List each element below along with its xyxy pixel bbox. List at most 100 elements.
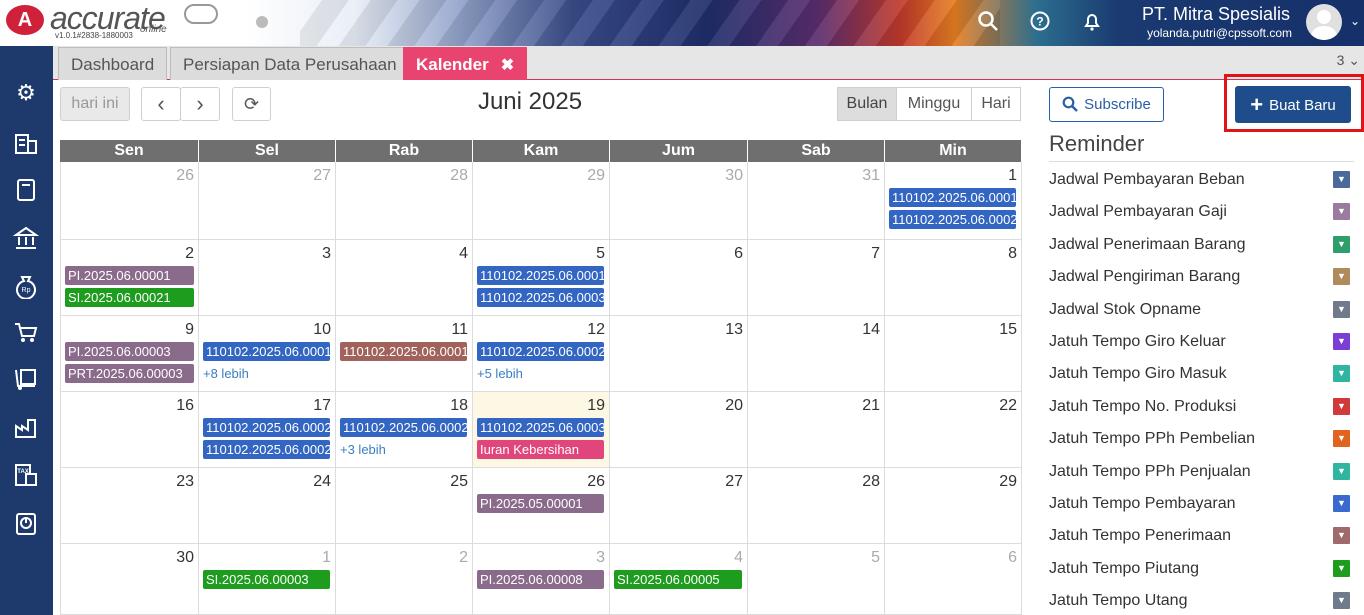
reminder-color-dropdown-icon[interactable]: ▼: [1333, 333, 1350, 350]
reminder-color-dropdown-icon[interactable]: ▼: [1333, 592, 1350, 610]
tab-persiapan-data[interactable]: Persiapan Data Perusahaan: [170, 47, 410, 80]
day-cell[interactable]: 19 110102.2025.06.00031 Iuran Kebersihan: [473, 392, 610, 468]
tab-count[interactable]: 3 ⌄: [1337, 52, 1360, 69]
reminder-item[interactable]: Jadwal Stok Opname: [1049, 301, 1201, 319]
factory-icon[interactable]: [12, 414, 40, 442]
bell-icon[interactable]: [1080, 10, 1104, 34]
prev-button[interactable]: ‹: [141, 87, 181, 121]
calendar-event[interactable]: 110102.2025.06.00011: [889, 188, 1016, 207]
day-cell[interactable]: 16: [60, 392, 199, 468]
reminder-color-dropdown-icon[interactable]: ▼: [1333, 462, 1350, 480]
day-cell[interactable]: 3: [199, 240, 336, 316]
day-cell[interactable]: 26 PI.2025.05.00001: [473, 468, 610, 544]
day-cell[interactable]: 26: [60, 162, 199, 240]
day-cell[interactable]: 27: [610, 468, 748, 544]
day-cell[interactable]: 27: [199, 162, 336, 240]
calendar-event[interactable]: 110102.2025.06.00021: [477, 342, 604, 361]
calendar-event[interactable]: SI.2025.06.00021: [65, 288, 194, 307]
calendar-event[interactable]: PI.2025.06.00008: [477, 570, 604, 589]
day-cell[interactable]: 2 PI.2025.06.00001 SI.2025.06.00021: [60, 240, 199, 316]
reminder-item[interactable]: Jadwal Penerimaan Barang: [1049, 236, 1246, 254]
day-cell[interactable]: 8: [885, 240, 1022, 316]
day-cell[interactable]: 11 110102.2025.06.00011: [336, 316, 473, 392]
reminder-color-dropdown-icon[interactable]: ▼: [1333, 235, 1350, 253]
calendar-event[interactable]: 110102.2025.06.00011: [340, 342, 467, 361]
reminder-item[interactable]: Jatuh Tempo Giro Masuk: [1049, 365, 1227, 383]
day-cell[interactable]: 29: [473, 162, 610, 240]
reminder-color-dropdown-icon[interactable]: ▼: [1333, 268, 1350, 286]
day-cell[interactable]: 28: [748, 468, 885, 544]
reminder-color-dropdown-icon[interactable]: ▼: [1333, 559, 1350, 577]
calendar-event[interactable]: 110102.2025.06.00031: [477, 288, 604, 307]
day-cell[interactable]: 6: [885, 544, 1022, 615]
calendar-event[interactable]: 110102.2025.06.00011: [203, 342, 330, 361]
next-button[interactable]: ›: [180, 87, 220, 121]
day-cell[interactable]: 24: [199, 468, 336, 544]
day-cell[interactable]: 23: [60, 468, 199, 544]
calendar-event[interactable]: PRT.2025.06.00003: [65, 364, 194, 383]
reminder-item[interactable]: Jatuh Tempo PPh Penjualan: [1049, 463, 1251, 481]
search-icon[interactable]: [976, 10, 1000, 34]
day-cell[interactable]: 17 110102.2025.06.00021 110102.2025.06.000…: [199, 392, 336, 468]
reminder-color-dropdown-icon[interactable]: ▼: [1333, 203, 1350, 221]
refresh-button[interactable]: ⟳: [232, 87, 271, 121]
today-button[interactable]: hari ini: [60, 87, 130, 121]
avatar[interactable]: [1306, 4, 1342, 40]
chevron-down-icon[interactable]: ⌄: [1350, 14, 1360, 28]
calendar-event[interactable]: 110102.2025.06.00011: [477, 266, 604, 285]
reminder-item[interactable]: Jatuh Tempo Penerimaan: [1049, 527, 1231, 545]
reminder-color-dropdown-icon[interactable]: ▼: [1333, 397, 1350, 415]
day-cell[interactable]: 3 PI.2025.06.00008: [473, 544, 610, 615]
tax-icon[interactable]: TAX: [12, 462, 40, 490]
calendar-event[interactable]: Iuran Kebersihan: [477, 440, 604, 459]
day-cell[interactable]: 1 SI.2025.06.00003: [199, 544, 336, 615]
day-cell[interactable]: 20: [610, 392, 748, 468]
day-cell[interactable]: 25: [336, 468, 473, 544]
tab-dashboard[interactable]: Dashboard: [58, 47, 168, 80]
day-cell[interactable]: 18 110102.2025.06.00021 +3 lebih: [336, 392, 473, 468]
calendar-event[interactable]: PI.2025.05.00001: [477, 494, 604, 513]
day-cell[interactable]: 29: [885, 468, 1022, 544]
more-events-link[interactable]: +5 lebih: [477, 366, 523, 381]
more-events-link[interactable]: +8 lebih: [203, 366, 249, 381]
reminder-color-dropdown-icon[interactable]: ▼: [1333, 171, 1350, 188]
calendar-event[interactable]: 110102.2025.06.00021: [889, 210, 1016, 229]
calendar-event[interactable]: 110102.2025.06.00031: [477, 418, 604, 437]
calendar-event[interactable]: 110102.2025.06.00021: [203, 418, 330, 437]
reminder-item[interactable]: Jadwal Pembayaran Beban: [1049, 171, 1245, 189]
reminder-item[interactable]: Jatuh Tempo PPh Pembelian: [1049, 430, 1255, 448]
day-cell[interactable]: 5 110102.2025.06.00011 110102.2025.06.0003…: [473, 240, 610, 316]
more-events-link[interactable]: +3 lebih: [340, 442, 386, 457]
view-week-button[interactable]: Minggu: [896, 87, 972, 121]
reminder-color-dropdown-icon[interactable]: ▼: [1333, 527, 1350, 545]
day-cell[interactable]: 30: [60, 544, 199, 615]
reminder-item[interactable]: Jadwal Pengiriman Barang: [1049, 268, 1240, 286]
day-cell[interactable]: 30: [610, 162, 748, 240]
company-name[interactable]: PT. Mitra Spesialis: [1142, 4, 1290, 25]
view-day-button[interactable]: Hari: [971, 87, 1021, 121]
day-cell[interactable]: 22: [885, 392, 1022, 468]
cart-icon[interactable]: [12, 319, 40, 347]
reminder-item[interactable]: Jatuh Tempo Pembayaran: [1049, 495, 1235, 513]
day-cell[interactable]: 31: [748, 162, 885, 240]
bank-icon[interactable]: [12, 225, 40, 253]
day-cell[interactable]: 4 SI.2025.06.00005: [610, 544, 748, 615]
report-icon[interactable]: [12, 511, 40, 539]
calendar-event[interactable]: SI.2025.06.00003: [203, 570, 330, 589]
reminder-color-dropdown-icon[interactable]: ▼: [1333, 495, 1350, 512]
calendar-event[interactable]: SI.2025.06.00005: [614, 570, 742, 589]
reminder-color-dropdown-icon[interactable]: ▼: [1333, 300, 1350, 318]
reminder-color-dropdown-icon[interactable]: ▼: [1333, 365, 1350, 383]
day-cell[interactable]: 2: [336, 544, 473, 615]
gear-icon[interactable]: ⚙: [12, 79, 40, 107]
day-cell[interactable]: 6: [610, 240, 748, 316]
view-month-button[interactable]: Bulan: [837, 87, 897, 121]
day-cell[interactable]: 12 110102.2025.06.00021 +5 lebih: [473, 316, 610, 392]
day-cell[interactable]: 9 PI.2025.06.00003 PRT.2025.06.00003: [60, 316, 199, 392]
reminder-item[interactable]: Jatuh Tempo Giro Keluar: [1049, 333, 1226, 351]
tab-kalender[interactable]: Kalender ✖: [403, 47, 528, 80]
reminder-color-dropdown-icon[interactable]: ▼: [1333, 430, 1350, 448]
day-cell[interactable]: 21: [748, 392, 885, 468]
calendar-event[interactable]: 110102.2025.06.00021: [340, 418, 467, 437]
building-icon[interactable]: [12, 129, 40, 157]
